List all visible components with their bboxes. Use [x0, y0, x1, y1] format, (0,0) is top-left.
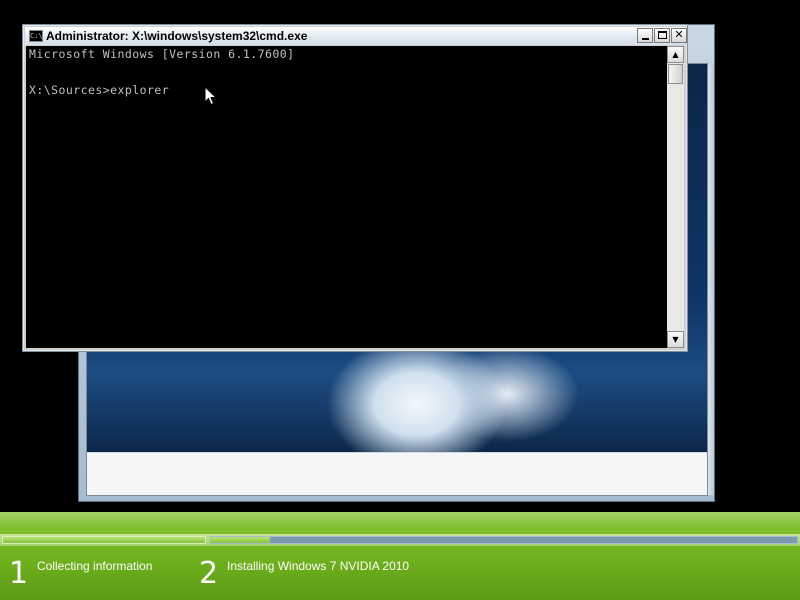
cmd-window-title: Administrator: X:\windows\system32\cmd.e… [46, 29, 308, 43]
cmd-vertical-scrollbar[interactable]: ▲ ▼ [667, 46, 684, 348]
mouse-cursor-icon [204, 86, 218, 106]
cmd-window[interactable]: C:\. Administrator: X:\windows\system32\… [22, 24, 688, 352]
arrow-up-icon: ▲ [672, 50, 679, 59]
console-line-prompt: X:\Sources>explorer [29, 83, 170, 97]
arrow-down-icon: ▼ [672, 335, 679, 344]
setup-progress-bar: 1 Collecting information 2 Installing Wi… [0, 512, 800, 600]
minimize-button[interactable] [637, 28, 653, 43]
scroll-down-button[interactable]: ▼ [667, 331, 684, 348]
progress-segment-step-2 [210, 536, 798, 544]
step-2-number: 2 [199, 556, 219, 591]
console-line-version: Microsoft Windows [Version 6.1.7600] [29, 47, 295, 61]
step-1-label: Collecting information [37, 559, 153, 573]
setup-window-edge [708, 65, 714, 495]
cmd-console-output[interactable]: Microsoft Windows [Version 6.1.7600] X:\… [26, 46, 667, 348]
maximize-button[interactable] [654, 28, 670, 43]
close-button[interactable]: ✕ [671, 28, 687, 43]
step-2-label: Installing Windows 7 NVIDIA 2010 [227, 559, 410, 573]
scroll-thumb[interactable] [668, 64, 683, 84]
close-icon: ✕ [674, 28, 684, 41]
maximize-icon [657, 31, 667, 39]
progress-fill-step-2 [211, 537, 270, 543]
scroll-up-button[interactable]: ▲ [667, 46, 684, 63]
setup-footer [87, 452, 707, 495]
minimize-icon [641, 38, 649, 40]
progress-track [0, 534, 800, 546]
cmd-app-icon[interactable]: C:\. [29, 30, 43, 42]
step-1-number: 1 [9, 556, 29, 591]
progress-segment-step-1 [2, 536, 206, 544]
cmd-titlebar[interactable]: C:\. Administrator: X:\windows\system32\… [25, 27, 687, 45]
